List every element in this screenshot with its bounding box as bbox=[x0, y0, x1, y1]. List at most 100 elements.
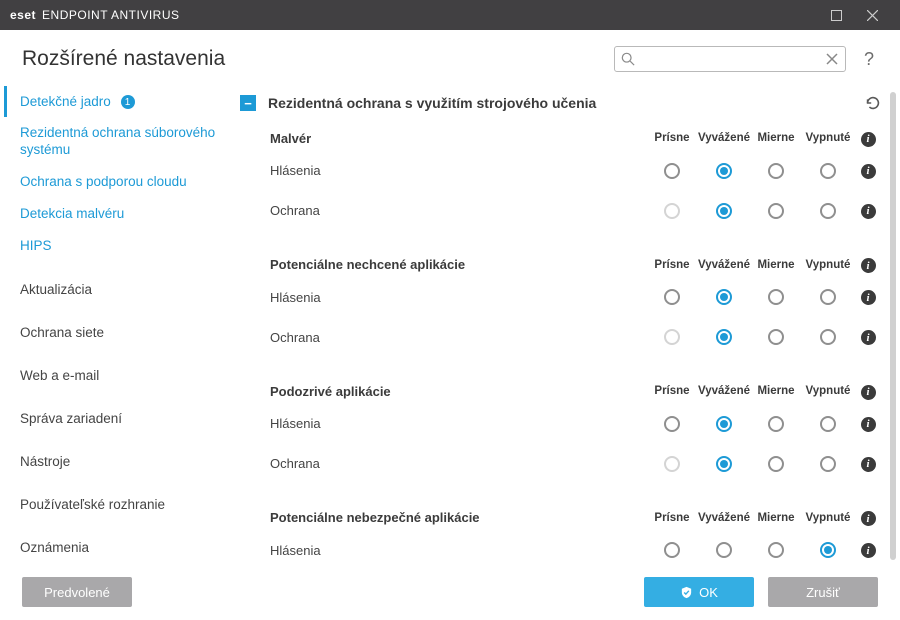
sidebar-item-detection-core[interactable]: Detekčné jadro 1 bbox=[4, 86, 232, 117]
info-icon[interactable]: i bbox=[861, 457, 876, 472]
info-icon[interactable]: i bbox=[861, 164, 876, 179]
row-label: Hlásenia bbox=[270, 416, 646, 431]
radio-option[interactable] bbox=[716, 416, 732, 432]
column-header: Vypnuté bbox=[802, 512, 854, 524]
radio-option[interactable] bbox=[768, 456, 784, 472]
search-input[interactable] bbox=[615, 47, 845, 71]
radio-option[interactable] bbox=[820, 416, 836, 432]
info-icon[interactable]: i bbox=[861, 543, 876, 558]
radio-option[interactable] bbox=[820, 163, 836, 179]
info-icon[interactable]: i bbox=[861, 511, 876, 526]
search-icon bbox=[621, 52, 635, 66]
row-label: Hlásenia bbox=[270, 163, 646, 178]
radio-option[interactable] bbox=[664, 542, 680, 558]
column-header: Vyvážené bbox=[698, 132, 750, 144]
sidebar-item-label: Správa zariadení bbox=[20, 411, 122, 426]
radio-option bbox=[664, 329, 680, 345]
sidebar-item-network[interactable]: Ochrana siete bbox=[4, 317, 232, 348]
radio-option[interactable] bbox=[820, 329, 836, 345]
radio-option[interactable] bbox=[716, 289, 732, 305]
group-title: Potenciálne nebezpečné aplikácie bbox=[270, 510, 646, 525]
column-header: Vyvážené bbox=[698, 259, 750, 271]
sidebar-item-label: Ochrana siete bbox=[20, 325, 104, 340]
window-close-button[interactable] bbox=[854, 0, 890, 30]
sidebar-item-device-mgmt[interactable]: Správa zariadení bbox=[4, 403, 232, 434]
sidebar-item-label: Web a e-mail bbox=[20, 368, 99, 383]
info-icon[interactable]: i bbox=[861, 204, 876, 219]
column-header: Prísne bbox=[646, 259, 698, 271]
sidebar-item-resident-fs[interactable]: Rezidentná ochrana súborového systému bbox=[4, 117, 232, 165]
sidebar-item-web-email[interactable]: Web a e-mail bbox=[4, 360, 232, 391]
radio-option[interactable] bbox=[820, 456, 836, 472]
radio-option[interactable] bbox=[716, 456, 732, 472]
clear-search-icon[interactable] bbox=[825, 52, 839, 66]
sidebar-item-update[interactable]: Aktualizácia bbox=[4, 274, 232, 305]
group-title: Podozrivé aplikácie bbox=[270, 384, 646, 399]
column-header: Prísne bbox=[646, 132, 698, 144]
column-header: Vyvážené bbox=[698, 512, 750, 524]
brand-mark: eset bbox=[10, 8, 36, 22]
dialog-footer: Predvolené OK Zrušiť bbox=[0, 566, 900, 618]
info-icon[interactable]: i bbox=[861, 290, 876, 305]
radio-option[interactable] bbox=[664, 416, 680, 432]
sidebar-item-hips[interactable]: HIPS bbox=[4, 230, 232, 262]
row-label: Ochrana bbox=[270, 456, 646, 471]
info-icon[interactable]: i bbox=[861, 417, 876, 432]
search-box[interactable] bbox=[614, 46, 846, 72]
column-header: Prísne bbox=[646, 512, 698, 524]
group-title: Malvér bbox=[270, 131, 646, 146]
radio-option[interactable] bbox=[768, 542, 784, 558]
column-header: Vypnuté bbox=[802, 385, 854, 397]
section-collapse-toggle[interactable]: − bbox=[240, 95, 256, 111]
radio-option[interactable] bbox=[768, 163, 784, 179]
sidebar-item-label: Aktualizácia bbox=[20, 282, 92, 297]
sidebar-item-label: Detekčné jadro bbox=[20, 94, 111, 109]
sidebar-badge: 1 bbox=[121, 95, 135, 109]
settings-group: MalvérPrísneVyváženéMierneVypnutéiHlásen… bbox=[240, 126, 882, 231]
ok-button[interactable]: OK bbox=[644, 577, 754, 607]
button-label: Predvolené bbox=[44, 585, 110, 600]
column-header: Vypnuté bbox=[802, 259, 854, 271]
brand-product: ENDPOINT ANTIVIRUS bbox=[42, 8, 179, 22]
sidebar-item-label: Detekcia malvéru bbox=[20, 206, 124, 221]
sidebar-item-notifications[interactable]: Oznámenia bbox=[4, 532, 232, 563]
window-maximize-button[interactable] bbox=[818, 0, 854, 30]
cancel-button[interactable]: Zrušiť bbox=[768, 577, 878, 607]
radio-option[interactable] bbox=[716, 542, 732, 558]
radio-option bbox=[664, 203, 680, 219]
sidebar-item-malware-detection[interactable]: Detekcia malvéru bbox=[4, 198, 232, 230]
radio-option[interactable] bbox=[768, 289, 784, 305]
button-label: Zrušiť bbox=[806, 585, 840, 600]
sidebar-item-user-interface[interactable]: Používateľské rozhranie bbox=[4, 489, 232, 520]
radio-option[interactable] bbox=[664, 289, 680, 305]
page-title: Rozšírené nastavenia bbox=[22, 47, 600, 71]
radio-option[interactable] bbox=[716, 163, 732, 179]
info-icon[interactable]: i bbox=[861, 132, 876, 147]
defaults-button[interactable]: Predvolené bbox=[22, 577, 132, 607]
radio-option[interactable] bbox=[716, 329, 732, 345]
column-header: Vypnuté bbox=[802, 132, 854, 144]
radio-option[interactable] bbox=[820, 289, 836, 305]
sidebar-item-label: Oznámenia bbox=[20, 540, 89, 555]
help-button[interactable]: ? bbox=[860, 49, 878, 70]
radio-option[interactable] bbox=[768, 416, 784, 432]
radio-option[interactable] bbox=[716, 203, 732, 219]
radio-option[interactable] bbox=[664, 163, 680, 179]
info-icon[interactable]: i bbox=[861, 385, 876, 400]
sidebar-item-label: Rezidentná ochrana súborového systému bbox=[20, 125, 215, 156]
sidebar-item-label: Ochrana s podporou cloudu bbox=[20, 174, 187, 189]
radio-option[interactable] bbox=[768, 329, 784, 345]
info-icon[interactable]: i bbox=[861, 258, 876, 273]
radio-option[interactable] bbox=[768, 203, 784, 219]
radio-option[interactable] bbox=[820, 542, 836, 558]
column-header: Prísne bbox=[646, 385, 698, 397]
sidebar-item-label: Nástroje bbox=[20, 454, 70, 469]
info-icon[interactable]: i bbox=[861, 330, 876, 345]
undo-icon[interactable] bbox=[864, 94, 882, 112]
column-header: Mierne bbox=[750, 259, 802, 271]
radio-option[interactable] bbox=[820, 203, 836, 219]
sidebar-item-cloud[interactable]: Ochrana s podporou cloudu bbox=[4, 166, 232, 198]
sidebar-item-tools[interactable]: Nástroje bbox=[4, 446, 232, 477]
shield-icon bbox=[680, 586, 693, 599]
settings-content: − Rezidentná ochrana s využitím strojové… bbox=[232, 86, 900, 566]
